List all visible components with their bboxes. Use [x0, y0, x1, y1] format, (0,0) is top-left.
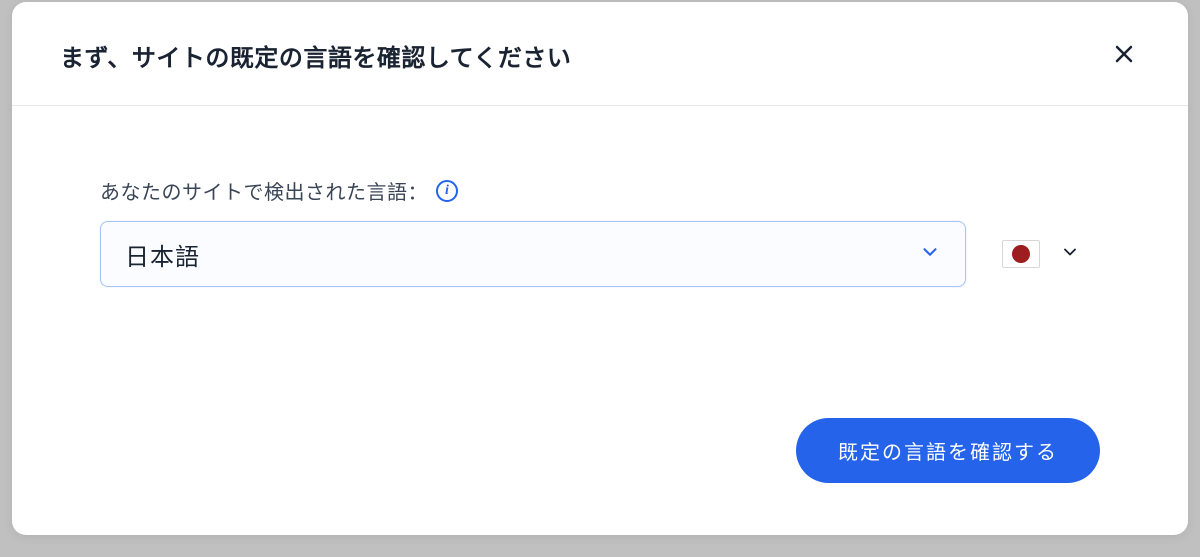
chevron-down-icon — [1060, 242, 1080, 267]
detected-language-label: あなたのサイトで検出された言語： — [100, 176, 428, 205]
modal-header: まず、サイトの既定の言語を確認してください — [12, 2, 1188, 106]
language-select-value: 日本語 — [125, 237, 200, 272]
modal-footer: 既定の言語を確認する — [12, 418, 1188, 535]
chevron-down-icon — [919, 241, 941, 268]
flag-select[interactable] — [1002, 240, 1100, 268]
modal-body: あなたのサイトで検出された言語： i 日本語 — [12, 106, 1188, 418]
language-confirm-modal: まず、サイトの既定の言語を確認してください あなたのサイトで検出された言語： i… — [12, 2, 1188, 535]
flag-japan-icon — [1002, 240, 1040, 268]
language-select[interactable]: 日本語 — [100, 221, 966, 287]
close-button[interactable] — [1108, 38, 1140, 73]
modal-title: まず、サイトの既定の言語を確認してください — [60, 38, 571, 73]
close-icon — [1112, 42, 1136, 69]
select-row: 日本語 — [100, 221, 1100, 287]
info-icon[interactable]: i — [436, 180, 458, 202]
confirm-language-button[interactable]: 既定の言語を確認する — [796, 418, 1100, 483]
field-label-row: あなたのサイトで検出された言語： i — [100, 176, 1100, 205]
